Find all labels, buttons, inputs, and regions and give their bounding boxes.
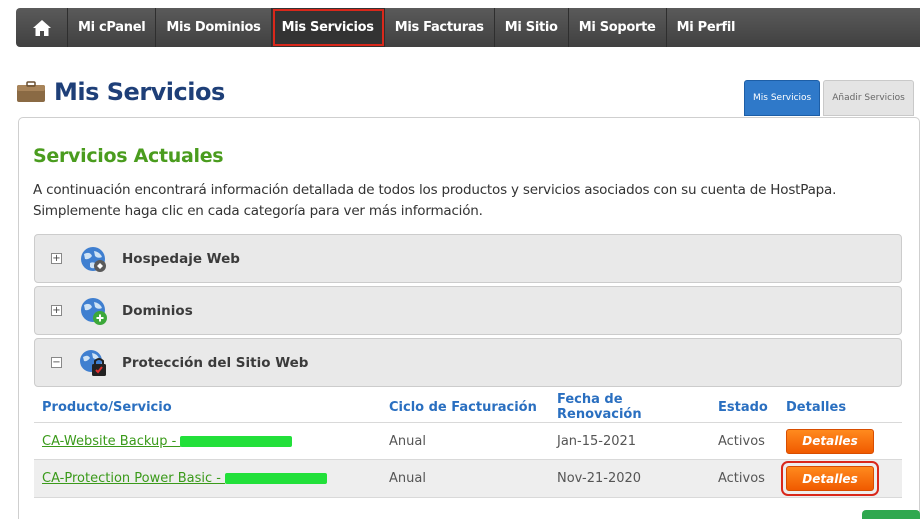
table-row: CA-Website Backup - Anual Jan-15-2021 Ac…: [34, 422, 902, 460]
table-header: Producto/Servicio Ciclo de Facturación F…: [34, 392, 902, 422]
page-header: Mis Servicios: [16, 78, 225, 106]
nav-mis-servicios[interactable]: Mis Servicios: [271, 8, 385, 47]
globe-icon: [81, 246, 106, 272]
product-link[interactable]: CA-Protection Power Basic -: [42, 471, 328, 486]
collapse-icon[interactable]: −: [51, 357, 62, 368]
accordion-dominios[interactable]: + Dominios: [34, 286, 902, 335]
top-nav: Mi cPanel Mis Dominios Mis Servicios Mis…: [16, 8, 920, 47]
page-title: Mis Servicios: [54, 78, 225, 106]
accordion-label: Protección del Sitio Web: [122, 354, 309, 371]
col-fecha: Fecha de Renovación: [557, 392, 642, 422]
highlight-box: Detalles: [781, 461, 879, 496]
tab-mis-servicios[interactable]: Mis Servicios: [744, 80, 821, 116]
chat-tab[interactable]: [862, 510, 920, 519]
col-ciclo: Ciclo de Facturación: [389, 399, 537, 415]
detalles-button[interactable]: Detalles: [786, 428, 874, 454]
cell-ciclo: Anual: [389, 433, 426, 449]
cell-fecha: Nov-21-2020: [557, 471, 642, 486]
redaction-mark: [225, 473, 328, 484]
accordion-proteccion-sitio-web[interactable]: − Protección del Sitio Web: [34, 338, 902, 387]
nav-mi-cpanel[interactable]: Mi cPanel: [68, 8, 157, 47]
section-title: Servicios Actuales: [33, 145, 224, 167]
page-tabs: Mis Servicios Añadir Servicios: [744, 80, 917, 116]
nav-mi-soporte[interactable]: Mi Soporte: [569, 8, 667, 47]
house-icon: [32, 19, 51, 36]
table-row: CA-Protection Power Basic - Anual Nov-21…: [34, 460, 902, 498]
expand-icon[interactable]: +: [51, 253, 62, 264]
detalles-button[interactable]: Detalles: [786, 466, 874, 491]
globe-lock-icon: [80, 349, 106, 376]
briefcase-icon: [17, 81, 45, 102]
nav-mi-perfil[interactable]: Mi Perfil: [667, 8, 746, 47]
section-intro: A continuación encontrará información de…: [33, 182, 837, 219]
col-producto: Producto/Servicio: [42, 399, 172, 415]
accordion-label: Hospedaje Web: [122, 250, 240, 267]
tab-anadir-servicios[interactable]: Añadir Servicios: [823, 80, 914, 116]
cell-estado: Activos: [718, 433, 765, 449]
home-button[interactable]: [16, 8, 68, 47]
cell-estado: Activos: [718, 471, 765, 486]
nav-mi-sitio[interactable]: Mi Sitio: [495, 8, 569, 47]
col-estado: Estado: [718, 399, 768, 415]
expand-icon[interactable]: +: [51, 305, 62, 316]
cell-fecha: Jan-15-2021: [557, 433, 637, 449]
accordion-hospedaje-web[interactable]: + Hospedaje Web: [34, 234, 902, 283]
col-detalles: Detalles: [786, 399, 847, 415]
redaction-mark: [180, 435, 293, 447]
cell-ciclo: Anual: [389, 471, 426, 486]
nav-mis-dominios[interactable]: Mis Dominios: [156, 8, 272, 47]
accordion-label: Dominios: [122, 302, 193, 319]
globe-add-icon: [81, 297, 107, 325]
nav-mis-facturas[interactable]: Mis Facturas: [385, 8, 495, 47]
services-table: Producto/Servicio Ciclo de Facturación F…: [34, 392, 902, 498]
product-link[interactable]: CA-Website Backup -: [42, 434, 293, 449]
